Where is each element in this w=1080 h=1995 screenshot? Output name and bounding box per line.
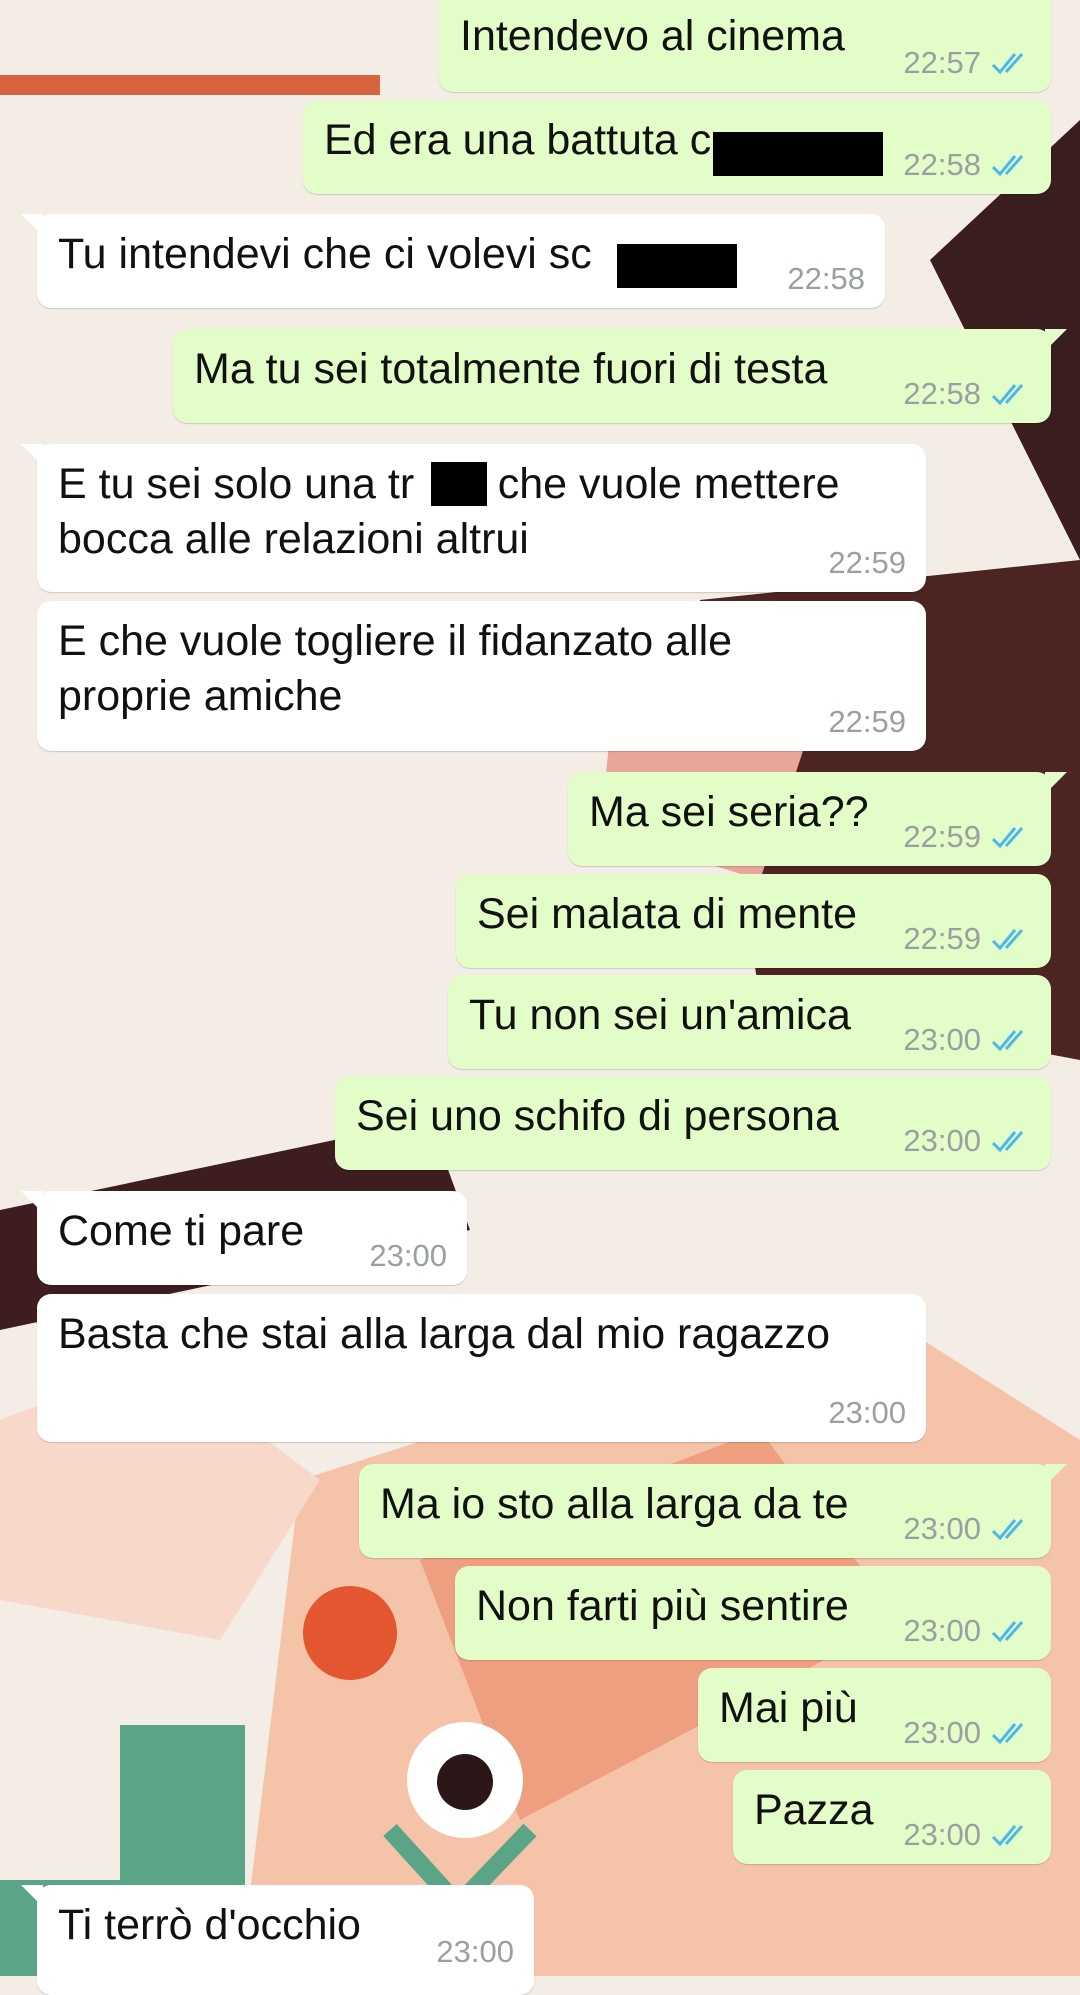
message-text: Mai più [719,1684,858,1732]
message-text: E che vuole togliere il fidanzato alle p… [58,617,733,720]
message-time: 22:59 [828,704,906,739]
message-time: 22:58 [903,147,981,182]
message-bubble-incoming[interactable]: Ti terrò d'occhio 23:00 [21,1885,534,1995]
message-time: 23:00 [436,1934,514,1969]
double-check-icon [991,929,1024,951]
message-meta: 23:00 [903,1716,1031,1750]
message-time: 22:58 [903,376,981,411]
message-time: 23:00 [369,1238,447,1273]
double-check-icon [991,155,1024,177]
message-text: Tu non sei un'amica [469,991,851,1039]
message-text: Sei malata di mente [477,890,858,938]
message-text: Pazza [754,1786,874,1834]
message-meta: 22:59 [903,922,1031,956]
message-time: 23:00 [903,1022,981,1057]
bubble-tail [21,444,43,466]
message-time: 22:59 [828,545,906,580]
message-meta: 22:59 [828,705,906,739]
message-time: 22:59 [903,819,981,854]
message-bubble-outgoing[interactable]: Tu non sei un'amica 23:00 [448,975,1051,1069]
message-bubble-outgoing[interactable]: Intendevo al cinema 22:57 [439,0,1051,92]
message-text: Intendevo al cinema [460,12,845,60]
message-meta: 22:58 [903,377,1031,411]
message-bubble-outgoing[interactable]: Ma io sto alla larga da te 23:00 [359,1464,1067,1558]
message-text: Ma sei seria?? [589,788,869,836]
double-check-icon [991,1621,1024,1643]
message-bubble-incoming[interactable]: Basta che stai alla larga dal mio ragazz… [37,1294,926,1442]
message-bubble-incoming[interactable]: Tu intendevi che ci volevi sc 22:58 [21,214,885,308]
message-bubble-outgoing[interactable]: Ma tu sei totalmente fuori di testa 22:5… [173,329,1067,423]
message-bubble-outgoing[interactable]: Sei uno schifo di persona 23:00 [335,1076,1051,1170]
message-bubble-outgoing[interactable]: Ed era una battuta c 22:58 [303,100,1051,194]
message-time: 23:00 [903,1613,981,1648]
message-text: Ed era una battuta c [324,116,712,164]
double-check-icon [991,1723,1024,1745]
message-bubble-incoming[interactable]: E che vuole togliere il fidanzato alle p… [37,601,926,751]
message-text: Basta che stai alla larga dal mio ragazz… [58,1310,831,1358]
bubble-tail [1045,1464,1067,1486]
message-meta: 22:58 [903,148,1031,182]
double-check-icon [991,1825,1024,1847]
message-bubble-outgoing[interactable]: Sei malata di mente 22:59 [456,874,1051,968]
double-check-icon [991,384,1024,406]
message-text: Ti terrò d'occhio [58,1901,361,1949]
bubble-tail [21,1885,43,1907]
message-meta: 23:00 [903,1124,1031,1158]
message-text: Ma io sto alla larga da te [380,1480,849,1528]
double-check-icon [991,1030,1024,1052]
message-bubble-outgoing[interactable]: Ma sei seria?? 22:59 [568,772,1067,866]
message-meta: 23:00 [436,1935,514,1969]
message-bubble-outgoing[interactable]: Non farti più sentire 23:00 [455,1566,1051,1660]
chat-message-list[interactable]: Intendevo al cinema 22:57 Ed era una bat… [0,0,1080,1995]
message-time: 22:58 [787,261,865,296]
double-check-icon [991,53,1024,75]
message-bubble-outgoing[interactable]: Mai più 23:00 [698,1668,1051,1762]
bubble-tail [1045,329,1067,351]
message-text: Come ti pare [58,1207,305,1255]
message-time: 23:00 [903,1511,981,1546]
double-check-icon [991,827,1024,849]
bubble-tail [1045,772,1067,794]
bubble-tail [21,214,43,236]
message-time: 23:00 [903,1123,981,1158]
message-bubble-incoming[interactable]: Come ti pare 23:00 [21,1191,467,1285]
message-time: 23:00 [903,1715,981,1750]
message-text: Tu intendevi che ci volevi sc [58,230,592,278]
message-meta: 23:00 [903,1023,1031,1057]
message-meta: 22:59 [828,546,906,580]
message-time: 22:59 [903,921,981,956]
message-time: 23:00 [903,1817,981,1852]
message-time: 22:57 [903,45,981,80]
message-bubble-outgoing[interactable]: Pazza 23:00 [733,1770,1051,1864]
message-meta: 23:00 [369,1239,447,1273]
message-time: 23:00 [828,1395,906,1430]
redaction-block [431,462,487,506]
message-meta: 22:59 [903,820,1031,854]
message-meta: 23:00 [903,1614,1031,1648]
message-text: Ma tu sei totalmente fuori di testa [194,345,828,393]
message-text: Non farti più sentire [476,1582,849,1630]
message-meta: 22:58 [787,262,865,296]
message-meta: 23:00 [903,1818,1031,1852]
bubble-tail [21,1191,43,1213]
message-meta: 23:00 [903,1512,1031,1546]
redaction-block [617,244,737,288]
double-check-icon [991,1519,1024,1541]
message-meta: 23:00 [828,1396,906,1430]
message-text: Sei uno schifo di persona [356,1092,839,1140]
message-bubble-incoming[interactable]: E tu sei solo una tr che vuole mettere b… [21,444,926,592]
double-check-icon [991,1131,1024,1153]
message-meta: 22:57 [903,46,1031,80]
redaction-block [713,132,883,176]
